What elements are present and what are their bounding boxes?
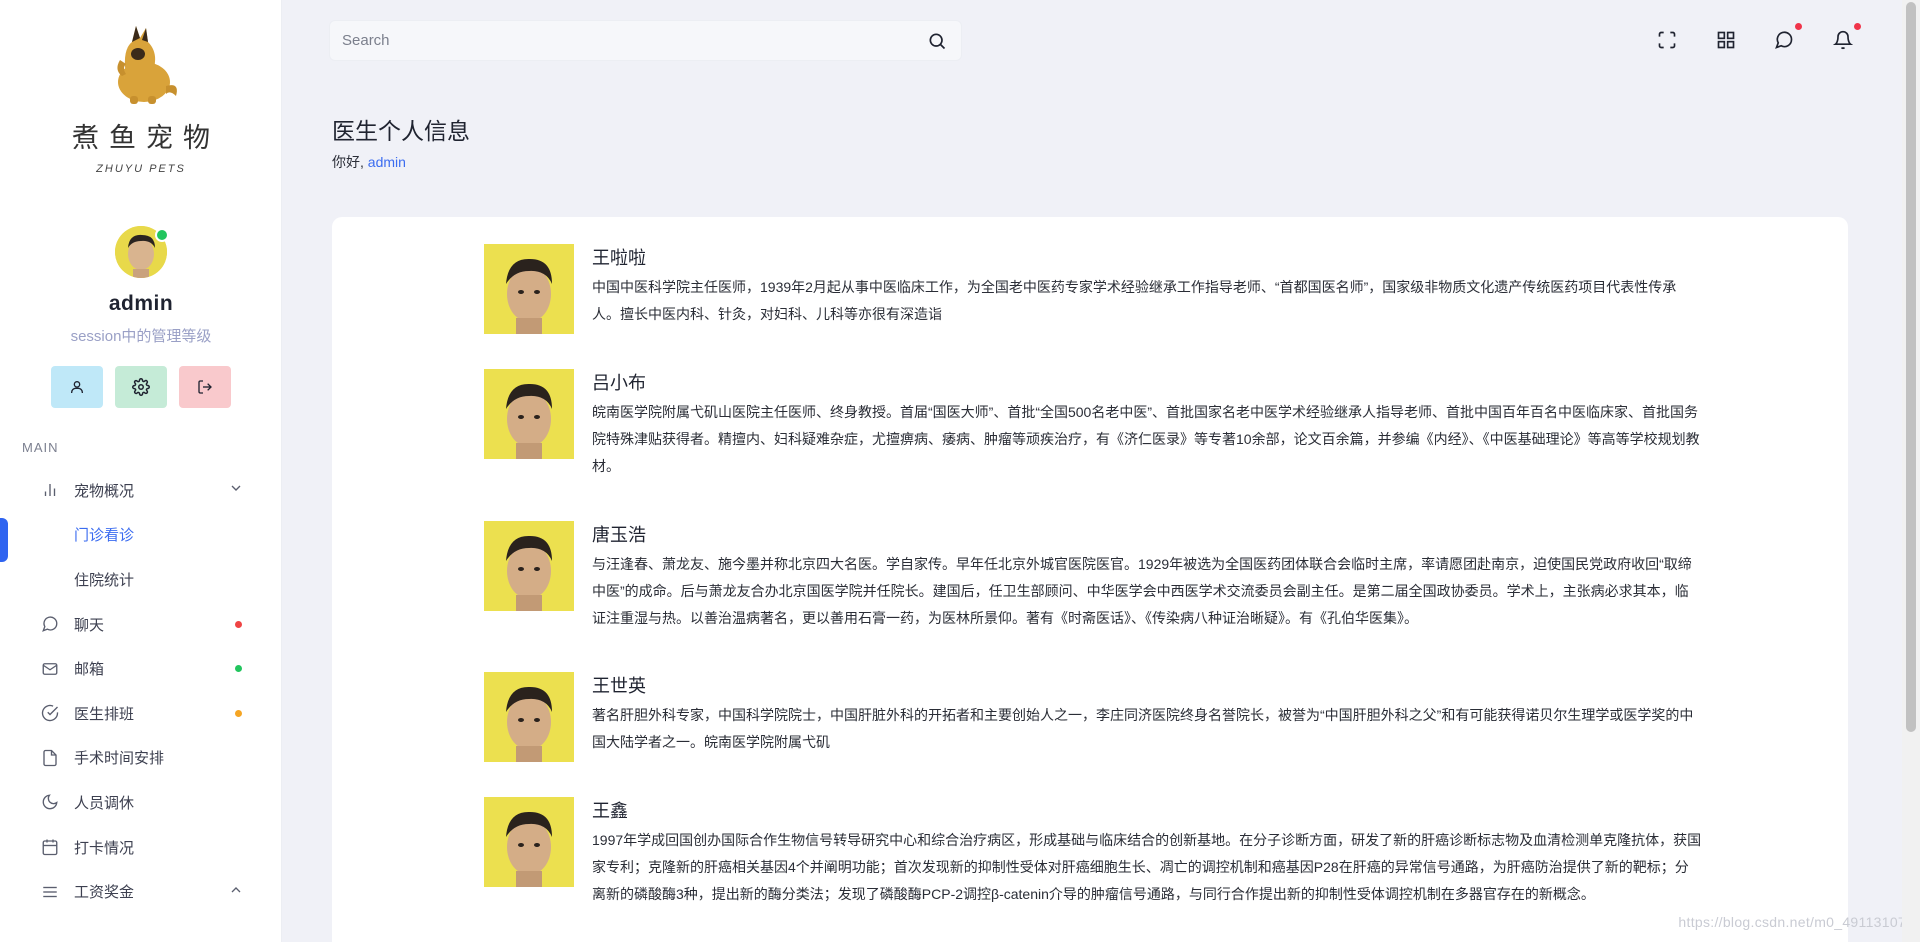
doctor-name: 王世英 <box>592 676 646 696</box>
bell-icon <box>1833 30 1853 50</box>
check-circle-icon <box>40 703 60 723</box>
sidebar-item-label: 邮箱 <box>74 661 105 679</box>
sidebar-item-label: 工资奖金 <box>74 884 135 902</box>
doctor-name: 王啦啦 <box>592 248 646 268</box>
apps-button[interactable] <box>1712 26 1740 54</box>
sidebar-item-mail[interactable]: 邮箱 <box>0 646 282 691</box>
sidebar-item-label: 门诊看诊 <box>74 527 135 545</box>
notification-dot <box>1854 23 1861 30</box>
notifications-button[interactable] <box>1829 23 1861 54</box>
profile-panel: admin session中的管理等级 <box>0 226 282 408</box>
sidebar: 煮鱼宠物 ZHUYU PETS admin session中的管理等级 MAIN… <box>0 0 282 942</box>
doctor-list-card: 王啦啦 中国中医科学院主任医师，1939年2月起从事中医临床工作，为全国老中医药… <box>332 217 1848 942</box>
sidebar-subitem-outpatient[interactable]: 门诊看诊 <box>0 513 282 562</box>
profile-actions <box>0 366 282 408</box>
user-icon <box>71 381 83 393</box>
page-title: 医生个人信息 <box>332 118 470 144</box>
sidebar-item-doctor-schedule[interactable]: 医生排班 <box>0 691 282 736</box>
moon-icon <box>40 792 60 812</box>
greeting: 你好, admin <box>332 152 406 172</box>
chevron-up-icon[interactable] <box>228 882 244 902</box>
doctor-bio: 1997年学成回国创办国际合作生物信号转导研究中心和综合治疗病区，形成基础与临床… <box>592 832 1702 902</box>
doctor-bio: 与汪逢春、萧龙友、施今墨并称北京四大名医。学自家传。早年任北京外城官医院医官。1… <box>592 556 1692 626</box>
sidebar-item-pet-overview[interactable]: 宠物概况 <box>0 468 282 513</box>
profile-role: session中的管理等级 <box>70 328 212 345</box>
sidebar-subitem-inpatient-stats[interactable]: 住院统计 <box>0 557 282 602</box>
doctor-photo <box>484 244 574 334</box>
sidebar-menu: 宠物概况 门诊看诊 住院统计 聊天 邮箱 医生排班 手术时间安排 人员调休 打卡… <box>0 468 282 914</box>
sidebar-item-salary[interactable]: 工资奖金 <box>0 869 282 914</box>
sidebar-item-label: 聊天 <box>74 616 105 634</box>
notification-dot <box>235 620 242 628</box>
fullscreen-icon <box>1658 31 1676 49</box>
sidebar-item-label: 住院统计 <box>74 571 135 589</box>
brand-subtitle: ZHUYU PETS <box>96 163 186 175</box>
doctor-name: 王鑫 <box>592 801 628 821</box>
notification-dot <box>235 709 242 717</box>
search-bar <box>329 20 962 61</box>
chat-icon <box>1775 31 1793 49</box>
menu-icon <box>40 882 60 902</box>
calendar-icon <box>40 837 60 857</box>
profile-settings-button[interactable] <box>115 366 167 408</box>
logout-icon <box>198 380 212 394</box>
doctor-bio: 著名肝胆外科专家，中国科学院院士，中国肝脏外科的开拓者和主要创始人之一，李庄同济… <box>592 707 1694 750</box>
doctor-bio: 中国中医科学院主任医师，1939年2月起从事中医临床工作，为全国老中医药专家学术… <box>592 279 1677 322</box>
fullscreen-button[interactable] <box>1653 26 1681 54</box>
mail-icon <box>40 659 60 679</box>
search-icon[interactable] <box>927 31 947 56</box>
sidebar-section-label: MAIN <box>22 440 59 455</box>
gear-icon <box>132 378 150 396</box>
doctor-bio: 皖南医学院附属弋矶山医院主任医师、终身教授。首届“国医大师”、首批“全国500名… <box>592 404 1700 474</box>
sidebar-item-label: 宠物概况 <box>74 482 135 500</box>
doctor-photo <box>484 521 574 611</box>
chevron-down-icon[interactable] <box>228 480 244 500</box>
file-icon <box>40 748 60 768</box>
sidebar-item-attendance[interactable]: 打卡情况 <box>0 825 282 870</box>
active-indicator <box>0 517 8 562</box>
doctor-name: 唐玉浩 <box>592 525 646 545</box>
scrollbar-thumb[interactable] <box>1906 2 1916 732</box>
search-input[interactable] <box>342 32 902 49</box>
online-status-dot <box>155 228 169 242</box>
notification-dot <box>235 665 242 673</box>
notification-dot <box>1795 23 1802 30</box>
profile-user-button[interactable] <box>51 366 103 408</box>
avatar-wrapper[interactable] <box>115 226 169 278</box>
doctor-photo <box>484 797 574 887</box>
bar-chart-icon <box>40 480 60 500</box>
watermark: https://blog.csdn.net/m0_49113107 <box>1678 914 1906 930</box>
grid-icon <box>1717 31 1735 49</box>
dog-logo-icon <box>117 26 177 104</box>
logout-button[interactable] <box>179 366 231 408</box>
sidebar-item-label: 人员调休 <box>74 794 135 812</box>
sidebar-item-staff-leave[interactable]: 人员调休 <box>0 780 282 825</box>
sidebar-item-label: 打卡情况 <box>74 839 135 857</box>
greeting-prefix: 你好, <box>332 154 364 170</box>
brand-title: 煮鱼宠物 <box>72 123 220 154</box>
vertical-scrollbar[interactable] <box>1902 0 1920 942</box>
sidebar-item-surgery-schedule[interactable]: 手术时间安排 <box>0 736 282 781</box>
sidebar-item-label: 医生排班 <box>74 705 135 723</box>
doctor-name: 吕小布 <box>592 373 646 393</box>
sidebar-item-label: 手术时间安排 <box>74 750 165 768</box>
sidebar-item-chat[interactable]: 聊天 <box>0 602 282 647</box>
greeting-user-link[interactable]: admin <box>368 154 406 170</box>
messages-button[interactable] <box>1770 23 1802 54</box>
chat-icon <box>40 614 60 634</box>
doctor-photo <box>484 369 574 459</box>
profile-name: admin <box>108 292 174 315</box>
doctor-photo <box>484 672 574 762</box>
brand-logo[interactable]: 煮鱼宠物 ZHUYU PETS <box>0 20 282 175</box>
